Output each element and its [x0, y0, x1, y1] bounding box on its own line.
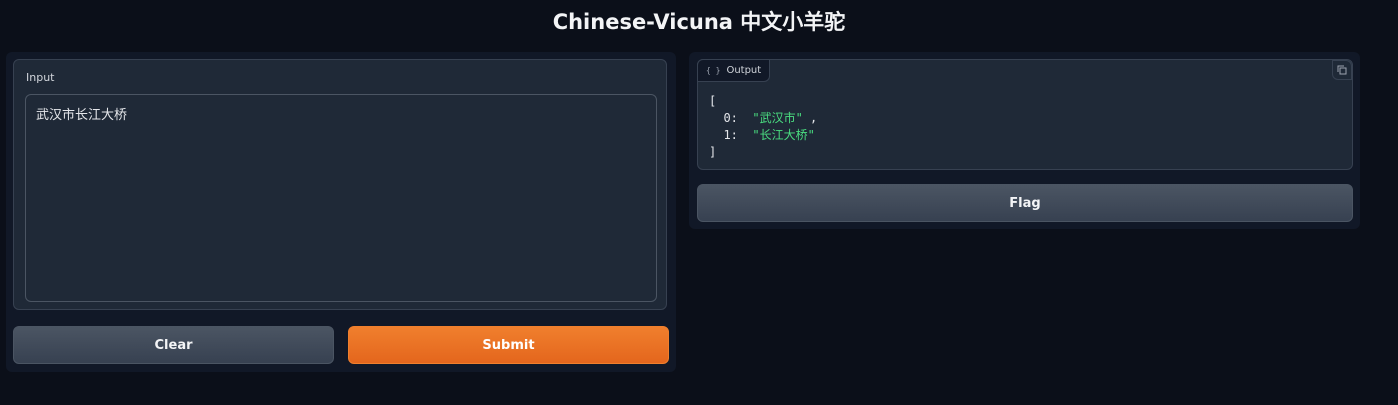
flag-button[interactable]: Flag [697, 184, 1353, 222]
json-view: [ 0: "武汉市" , 1: "长江大桥" ] [709, 93, 817, 161]
output-tab: { } Output [697, 59, 771, 82]
input-block: Input [13, 59, 667, 310]
json-separator: , [802, 111, 818, 125]
input-label: Input [26, 71, 55, 84]
app-page: Chinese-Vicuna 中文小羊驼 Input Clear Submit … [0, 0, 1398, 405]
submit-button[interactable]: Submit [348, 326, 669, 364]
json-close-bracket: ] [709, 145, 717, 159]
page-title: Chinese-Vicuna 中文小羊驼 [552, 10, 846, 34]
copy-button[interactable] [1332, 60, 1352, 80]
json-string: "武汉市" [752, 111, 803, 125]
output-block: { } Output [ 0: "武汉市" , 1: "长江大桥" ] [697, 59, 1353, 170]
output-tab-label: Output [726, 65, 762, 76]
json-string: "长江大桥" [752, 128, 815, 142]
json-index: 0: [723, 111, 738, 125]
json-item: 1: "长江大桥" [709, 127, 817, 144]
clear-button[interactable]: Clear [13, 326, 334, 364]
input-panel: Input Clear Submit [6, 52, 676, 372]
input-textarea[interactable] [25, 94, 657, 302]
json-item: 0: "武汉市" , [709, 110, 817, 127]
braces-icon: { } [706, 66, 721, 75]
json-open-bracket: [ [709, 94, 717, 108]
output-panel: { } Output [ 0: "武汉市" , 1: "长江大桥" ] Flag [689, 52, 1360, 229]
json-index: 1: [723, 128, 738, 142]
copy-icon [1337, 65, 1347, 75]
